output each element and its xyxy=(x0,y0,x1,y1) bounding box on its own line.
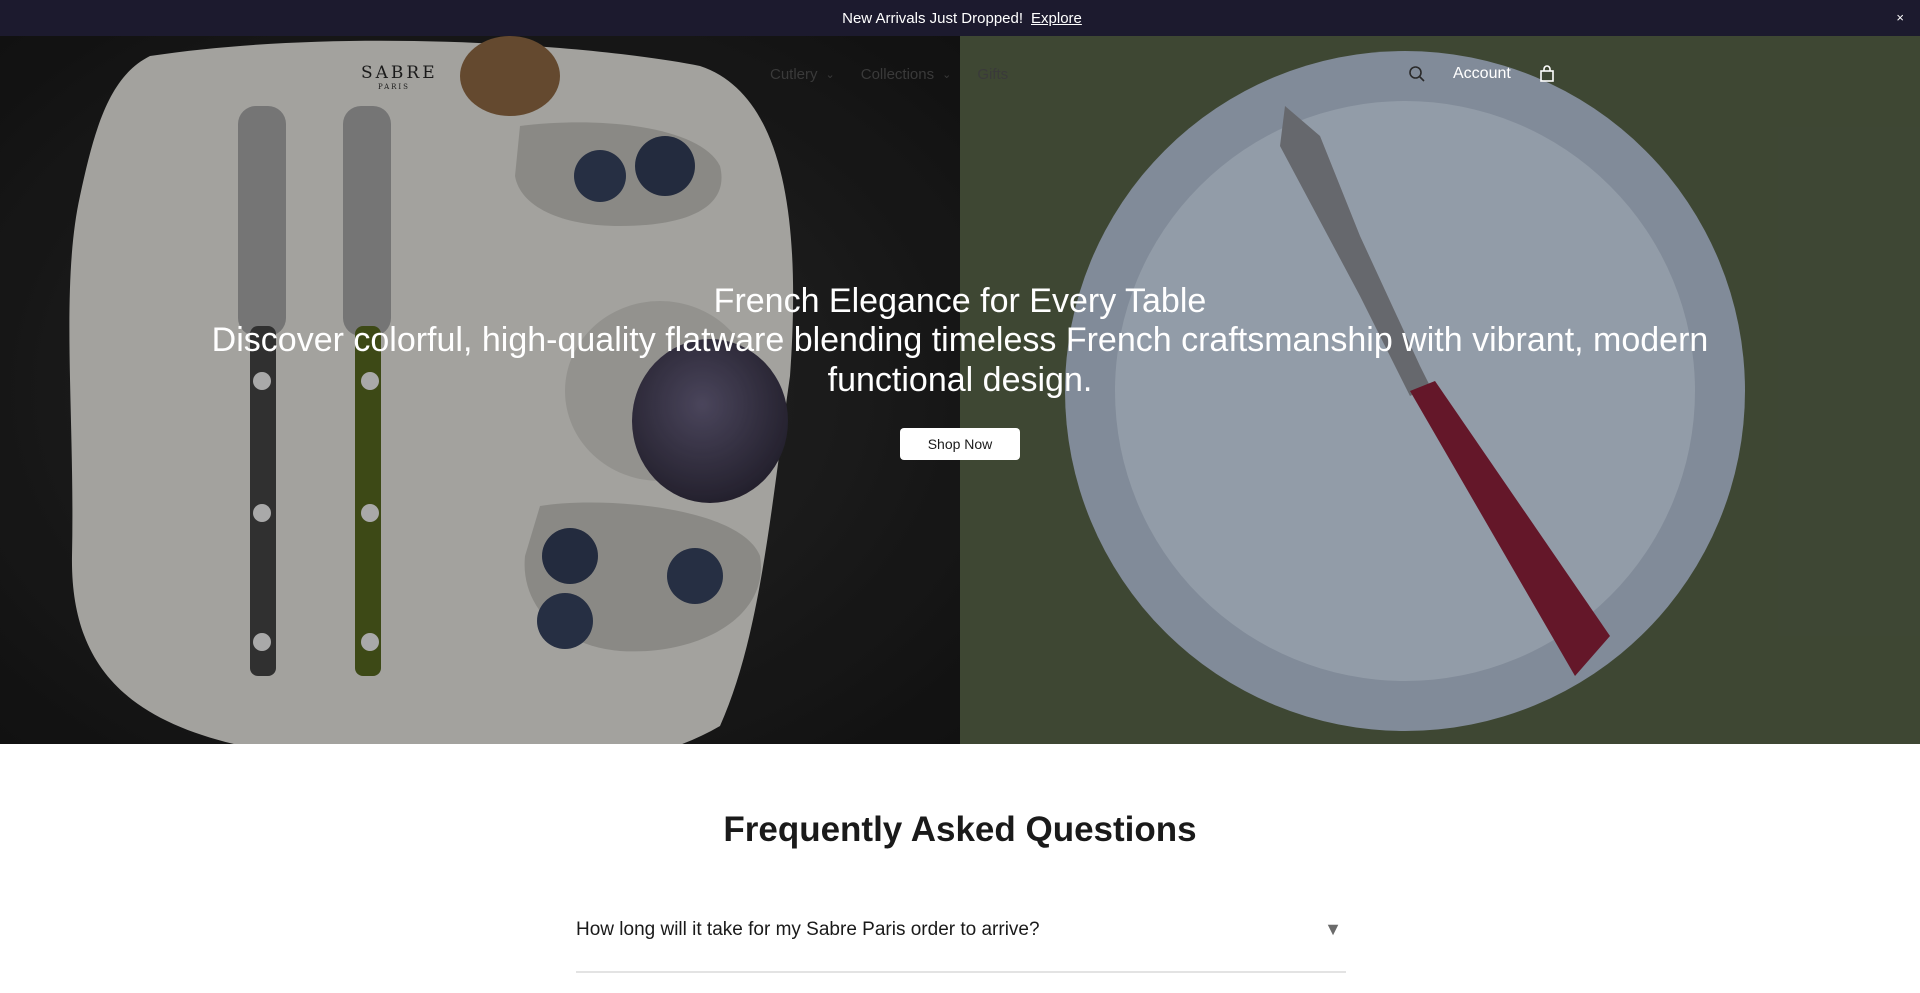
header-actions: Account xyxy=(1405,62,1559,86)
announcement-bar: New Arrivals Just Dropped! Explore × xyxy=(0,0,1920,36)
nav-item-gifts-label: Gifts xyxy=(977,66,1009,83)
announcement-message: New Arrivals Just Dropped! xyxy=(842,9,1024,27)
faq-item[interactable]: How long will it take for my Sabre Paris… xyxy=(576,905,1346,973)
hero-title: French Elegance for Every Table xyxy=(713,282,1207,320)
explore-link[interactable]: Explore xyxy=(1031,10,1082,27)
nav-item-collections-label: Collections xyxy=(860,66,935,83)
search-icon[interactable] xyxy=(1405,62,1429,86)
chevron-down-icon: ⌄ xyxy=(942,69,952,81)
logo-wordmark: SABRE xyxy=(361,63,438,83)
account-link[interactable]: Account xyxy=(1453,65,1511,83)
main-nav: Cutlery ⌄ Collections ⌄ Gifts xyxy=(770,66,1008,83)
site-header: SABRE PARIS Cutlery ⌄ Collections ⌄ Gift… xyxy=(0,36,1920,116)
nav-item-collections[interactable]: Collections ⌄ xyxy=(861,66,952,83)
faq-question: How long will it take for my Sabre Paris… xyxy=(576,919,1040,940)
shop-now-button[interactable]: Shop Now xyxy=(900,428,1020,460)
nav-item-gifts[interactable]: Gifts xyxy=(977,66,1008,83)
caret-down-icon: ▼ xyxy=(1324,919,1342,939)
chevron-down-icon: ⌄ xyxy=(825,69,835,81)
nav-item-cutlery-label: Cutlery xyxy=(770,66,818,83)
nav-item-cutlery[interactable]: Cutlery ⌄ xyxy=(770,66,835,83)
logo-subtitle: PARIS xyxy=(378,83,410,91)
hero-content: French Elegance for Every Table Discover… xyxy=(160,280,1760,400)
faq-heading: Frequently Asked Questions xyxy=(723,810,1197,849)
hero-subtitle: Discover colorful, high-quality flatware… xyxy=(211,321,1709,399)
bag-icon[interactable] xyxy=(1535,62,1559,86)
close-icon[interactable]: × xyxy=(1896,10,1904,25)
brand-logo[interactable]: SABRE PARIS xyxy=(361,63,438,92)
